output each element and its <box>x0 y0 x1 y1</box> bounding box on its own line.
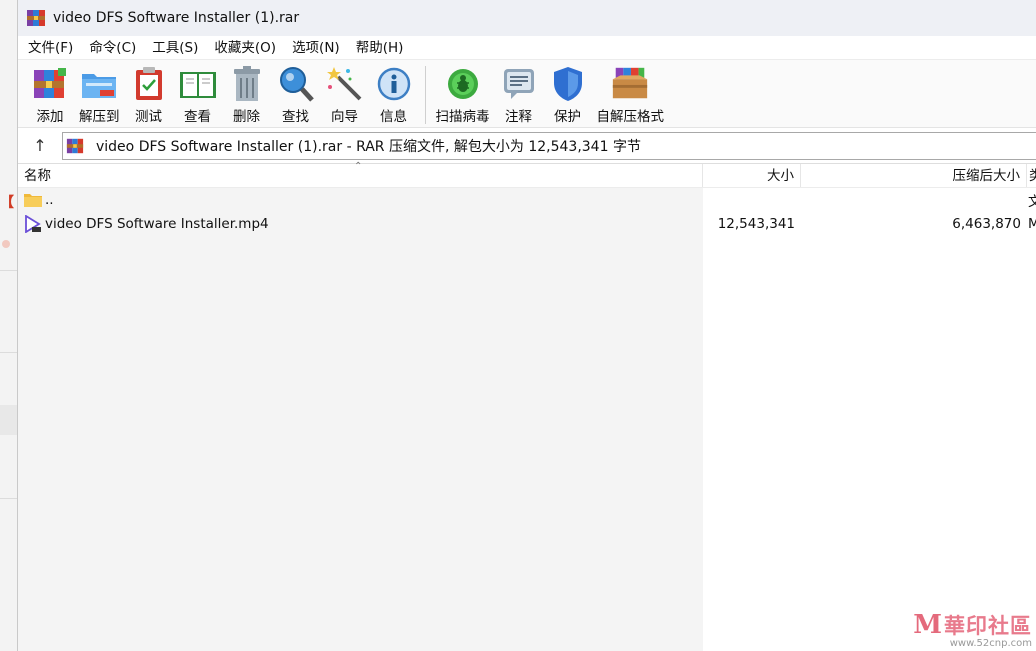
virus-scan-button[interactable]: 扫描病毒 <box>436 64 490 125</box>
table-row[interactable]: video DFS Software Installer.mp4 12,543,… <box>18 212 1036 236</box>
table-row[interactable]: .. 文 <box>18 188 1036 212</box>
find-button-label: 查找 <box>282 109 309 125</box>
protect-button-label: 保护 <box>554 109 581 125</box>
sfx-box-icon <box>610 64 650 104</box>
comment-button-label: 注释 <box>505 109 532 125</box>
winrar-window: video DFS Software Installer (1).rar 文件(… <box>17 0 1036 651</box>
watermark-url: www.52cnp.com <box>949 638 1032 649</box>
column-header-packed[interactable]: 压缩后大小 <box>801 164 1027 187</box>
sort-ascending-icon: ⌃ <box>354 161 363 172</box>
add-button-label: 添加 <box>36 109 64 125</box>
info-button-label: 信息 <box>380 109 407 125</box>
background-divider <box>0 498 17 499</box>
background-divider <box>0 352 17 353</box>
watermark: M 華印社區 www.52cnp.com <box>913 610 1032 649</box>
file-rows: .. 文 video DFS Software Installer.mp4 12… <box>18 188 1036 236</box>
menu-file[interactable]: 文件(F) <box>20 36 81 60</box>
up-arrow-icon[interactable]: ↑ <box>18 136 62 155</box>
watermark-text: 華印社區 <box>944 614 1032 638</box>
row-packed: 6,463,870 <box>952 216 1021 232</box>
folder-icon <box>23 191 43 209</box>
test-clipboard-icon <box>129 64 169 104</box>
background-divider <box>0 270 17 271</box>
file-list: ⌃ 名称 大小 压缩后大小 类 .. 文 video DFS Software … <box>18 161 1036 651</box>
video-file-icon <box>23 215 43 233</box>
name-column-background <box>18 188 703 651</box>
virus-scan-button-label: 扫描病毒 <box>435 109 490 125</box>
extract-to-button[interactable]: 解压到 <box>79 64 120 125</box>
comment-note-icon <box>499 64 539 104</box>
wizard-button[interactable]: 向导 <box>325 64 365 125</box>
title-bar[interactable]: video DFS Software Installer (1).rar <box>18 0 1036 36</box>
address-bar: ↑ video DFS Software Installer (1).rar -… <box>18 128 1036 164</box>
sfx-button-label: 自解压格式 <box>596 109 665 125</box>
menu-help[interactable]: 帮助(H) <box>348 36 412 60</box>
test-button[interactable]: 测试 <box>129 64 169 125</box>
row-name-cell: .. <box>18 191 703 209</box>
archive-icon <box>66 137 84 155</box>
toolbar-separator <box>424 66 426 124</box>
address-field[interactable]: video DFS Software Installer (1).rar - R… <box>62 131 1036 160</box>
address-text: video DFS Software Installer (1).rar - R… <box>96 138 641 155</box>
protect-button[interactable]: 保护 <box>548 64 588 125</box>
extract-to-button-label: 解压到 <box>79 109 120 125</box>
row-size: 12,543,341 <box>717 216 795 232</box>
menu-tools[interactable]: 工具(S) <box>144 36 206 60</box>
view-button-label: 查看 <box>184 109 211 125</box>
background-block <box>0 405 17 435</box>
view-book-icon <box>178 64 218 104</box>
find-button[interactable]: 查找 <box>276 64 316 125</box>
column-headers: ⌃ 名称 大小 压缩后大小 类 <box>18 161 1036 188</box>
row-name: video DFS Software Installer.mp4 <box>45 216 269 232</box>
menu-favorites[interactable]: 收藏夹(O) <box>206 36 284 60</box>
winrar-app-icon <box>26 8 46 28</box>
magic-wand-icon <box>325 64 365 104</box>
add-archive-icon <box>30 64 70 104</box>
column-header-size[interactable]: 大小 <box>703 164 801 187</box>
row-type: 文 <box>1028 194 1036 210</box>
watermark-logo: M <box>913 610 942 640</box>
delete-button-label: 删除 <box>233 109 260 125</box>
menu-commands[interactable]: 命令(C) <box>81 36 144 60</box>
background-window-text: 【 <box>0 195 14 210</box>
background-window-strip: 【 <box>0 0 17 651</box>
info-button[interactable]: 信息 <box>374 64 414 125</box>
row-name: .. <box>45 192 54 208</box>
extract-folder-icon <box>79 64 119 104</box>
shield-icon <box>548 64 588 104</box>
virus-bug-icon <box>443 64 483 104</box>
menu-options[interactable]: 选项(N) <box>284 36 348 60</box>
delete-button[interactable]: 删除 <box>227 64 267 125</box>
test-button-label: 测试 <box>135 109 162 125</box>
background-window-dot <box>2 240 10 248</box>
column-header-type[interactable]: 类 <box>1027 164 1036 187</box>
view-button[interactable]: 查看 <box>178 64 218 125</box>
toolbar: 添加 解压到 测试 查看 删除 查找 向导 信息 扫描病毒 注释 保护 自解压格… <box>18 60 1036 128</box>
add-button[interactable]: 添加 <box>30 64 70 125</box>
window-title: video DFS Software Installer (1).rar <box>53 10 300 26</box>
trash-can-icon <box>227 64 267 104</box>
wizard-button-label: 向导 <box>331 109 358 125</box>
magnifier-icon <box>276 64 316 104</box>
comment-button[interactable]: 注释 <box>499 64 539 125</box>
row-type: M <box>1028 216 1036 232</box>
menu-bar: 文件(F) 命令(C) 工具(S) 收藏夹(O) 选项(N) 帮助(H) <box>18 36 1036 60</box>
row-name-cell: video DFS Software Installer.mp4 <box>18 215 703 233</box>
info-icon <box>374 64 414 104</box>
sfx-button[interactable]: 自解压格式 <box>596 64 665 125</box>
